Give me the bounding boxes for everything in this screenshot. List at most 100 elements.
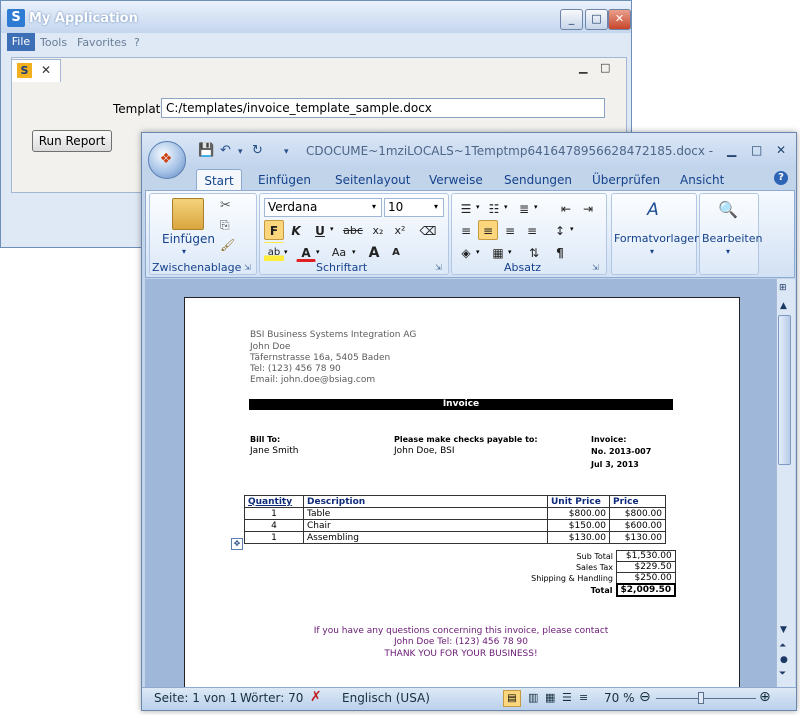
justify-icon[interactable]: ≡ bbox=[522, 220, 542, 240]
tab-sendungen[interactable]: Sendungen bbox=[504, 173, 572, 187]
find-binoculars-icon[interactable]: 🔍 bbox=[718, 200, 738, 219]
shading-icon[interactable]: ◈ bbox=[456, 242, 476, 262]
underline-dropdown-icon[interactable]: ▾ bbox=[330, 225, 334, 233]
sort-icon[interactable]: ⇅ bbox=[524, 242, 544, 262]
previous-page-icon[interactable]: ⏶ bbox=[779, 641, 786, 651]
proofing-icon[interactable]: ✗ bbox=[310, 689, 322, 705]
line-spacing-icon[interactable]: ↕ bbox=[550, 220, 570, 240]
strikethrough-button[interactable]: abc bbox=[340, 220, 366, 240]
increase-indent-icon[interactable]: ⇥ bbox=[578, 198, 598, 218]
menu-file[interactable]: File bbox=[7, 33, 35, 51]
maximize-button[interactable]: □ bbox=[585, 9, 608, 30]
line-spacing-dropdown-icon[interactable]: ▾ bbox=[570, 225, 574, 233]
styles-dropdown-icon[interactable]: ▾ bbox=[650, 247, 654, 256]
multilevel-list-icon[interactable]: ≣ bbox=[514, 198, 534, 218]
highlight-dropdown-icon[interactable]: ▾ bbox=[284, 248, 288, 256]
paste-button-label[interactable]: Einfügen bbox=[162, 232, 215, 246]
grow-font-button[interactable]: A bbox=[364, 242, 384, 262]
scroll-up-icon[interactable]: ▲ bbox=[780, 301, 787, 311]
highlight-icon[interactable]: ab bbox=[264, 242, 284, 262]
redo-icon[interactable]: ↻ bbox=[252, 143, 263, 158]
full-screen-view-icon[interactable]: ▥ bbox=[528, 691, 538, 704]
help-icon[interactable]: ? bbox=[774, 171, 788, 185]
align-right-icon[interactable]: ≡ bbox=[500, 220, 520, 240]
change-case-dropdown-icon[interactable]: ▾ bbox=[352, 248, 356, 256]
numbering-dropdown-icon[interactable]: ▾ bbox=[504, 203, 508, 211]
word-maximize-button[interactable]: □ bbox=[751, 143, 762, 157]
show-formatting-button[interactable]: ¶ bbox=[550, 242, 570, 262]
font-color-dropdown-icon[interactable]: ▾ bbox=[316, 248, 320, 256]
subscript-button[interactable]: x₂ bbox=[368, 220, 388, 240]
underline-button[interactable]: U bbox=[310, 220, 330, 240]
close-button[interactable]: ✕ bbox=[608, 9, 631, 30]
menu-help[interactable]: ? bbox=[134, 36, 140, 49]
multilevel-dropdown-icon[interactable]: ▾ bbox=[534, 203, 538, 211]
paste-icon[interactable] bbox=[172, 198, 204, 230]
editing-dropdown-icon[interactable]: ▾ bbox=[726, 247, 730, 256]
tab-ansicht[interactable]: Ansicht bbox=[680, 173, 724, 187]
save-icon[interactable]: 💾 bbox=[198, 143, 214, 158]
scroll-down-icon[interactable]: ▼ bbox=[780, 625, 787, 635]
font-name-dropdown-icon[interactable]: ▾ bbox=[372, 202, 376, 211]
editing-button-label[interactable]: Bearbeiten bbox=[702, 232, 762, 245]
tab-ueberpruefen[interactable]: Überprüfen bbox=[592, 173, 660, 187]
tab-seitenlayout[interactable]: Seitenlayout bbox=[335, 173, 410, 187]
outline-view-icon[interactable]: ☰ bbox=[562, 691, 572, 704]
styles-button-label[interactable]: Formatvorlagen bbox=[614, 232, 701, 245]
font-size-dropdown-icon[interactable]: ▾ bbox=[434, 202, 438, 211]
web-layout-view-icon[interactable]: ▦ bbox=[545, 691, 555, 704]
table-move-handle-icon[interactable]: ✥ bbox=[231, 538, 243, 550]
bullets-dropdown-icon[interactable]: ▾ bbox=[476, 203, 480, 211]
draft-view-icon[interactable]: ≡ bbox=[579, 691, 588, 704]
menu-tools[interactable]: Tools bbox=[40, 36, 67, 49]
align-left-icon[interactable]: ≡ bbox=[456, 220, 476, 240]
italic-button[interactable]: K bbox=[286, 220, 306, 240]
tab-verweise[interactable]: Verweise bbox=[429, 173, 483, 187]
browse-object-icon[interactable]: ● bbox=[780, 655, 788, 665]
tab-einfuegen[interactable]: Einfügen bbox=[258, 173, 311, 187]
word-close-button[interactable]: ✕ bbox=[776, 143, 786, 157]
scroll-thumb[interactable] bbox=[778, 315, 791, 465]
change-case-button[interactable]: Aa bbox=[326, 242, 352, 262]
next-page-icon[interactable]: ⏷ bbox=[779, 669, 786, 679]
font-name-select[interactable]: Verdana bbox=[264, 198, 382, 217]
paste-dropdown-icon[interactable]: ▾ bbox=[182, 247, 186, 256]
menu-favorites[interactable]: Favorites bbox=[77, 36, 127, 49]
borders-dropdown-icon[interactable]: ▾ bbox=[508, 248, 512, 256]
minimize-button[interactable]: _ bbox=[560, 9, 583, 30]
clear-formatting-icon[interactable]: ⌫ bbox=[418, 220, 438, 240]
shading-dropdown-icon[interactable]: ▾ bbox=[476, 248, 480, 256]
styles-icon[interactable]: A bbox=[640, 200, 666, 226]
zoom-slider-thumb[interactable] bbox=[698, 692, 704, 704]
numbering-icon[interactable]: ☷ bbox=[484, 198, 504, 218]
borders-icon[interactable]: ▦ bbox=[488, 242, 508, 262]
customize-toolbar-icon[interactable]: ▾ bbox=[284, 147, 289, 157]
undo-icon[interactable]: ↶ bbox=[220, 143, 231, 158]
zoom-out-icon[interactable]: ⊖ bbox=[639, 689, 651, 705]
language-status[interactable]: Englisch (USA) bbox=[342, 691, 430, 705]
undo-dropdown-icon[interactable]: ▾ bbox=[238, 147, 243, 157]
copy-icon[interactable]: ⎘ bbox=[220, 218, 230, 233]
paragraph-launcher-icon[interactable]: ⇲ bbox=[592, 263, 599, 272]
page-count[interactable]: Seite: 1 von 1 bbox=[154, 691, 237, 705]
zoom-in-icon[interactable]: ⊕ bbox=[759, 689, 771, 705]
bullets-icon[interactable]: ☰ bbox=[456, 198, 476, 218]
font-color-icon[interactable]: A bbox=[296, 242, 316, 262]
align-center-icon[interactable]: ≡ bbox=[478, 220, 498, 240]
font-launcher-icon[interactable]: ⇲ bbox=[435, 263, 442, 272]
tab-start[interactable]: Start bbox=[196, 169, 242, 192]
cut-icon[interactable]: ✂ bbox=[220, 198, 231, 213]
shrink-font-button[interactable]: A bbox=[386, 242, 406, 262]
bold-button[interactable]: F bbox=[264, 220, 284, 240]
decrease-indent-icon[interactable]: ⇤ bbox=[556, 198, 576, 218]
print-layout-view-icon[interactable]: ▤ bbox=[503, 690, 521, 707]
run-report-button[interactable]: Run Report bbox=[32, 130, 112, 152]
zoom-slider-track[interactable] bbox=[656, 698, 756, 699]
zoom-level[interactable]: 70 % bbox=[604, 691, 635, 705]
template-input[interactable] bbox=[161, 98, 605, 118]
clipboard-launcher-icon[interactable]: ⇲ bbox=[244, 263, 251, 272]
close-tab-icon[interactable]: ✕ bbox=[41, 63, 51, 77]
view-maximize-icon[interactable]: □ bbox=[600, 61, 610, 74]
ruler-toggle-icon[interactable]: ⊞ bbox=[779, 283, 787, 293]
view-minimize-icon[interactable]: ▁ bbox=[579, 61, 587, 74]
